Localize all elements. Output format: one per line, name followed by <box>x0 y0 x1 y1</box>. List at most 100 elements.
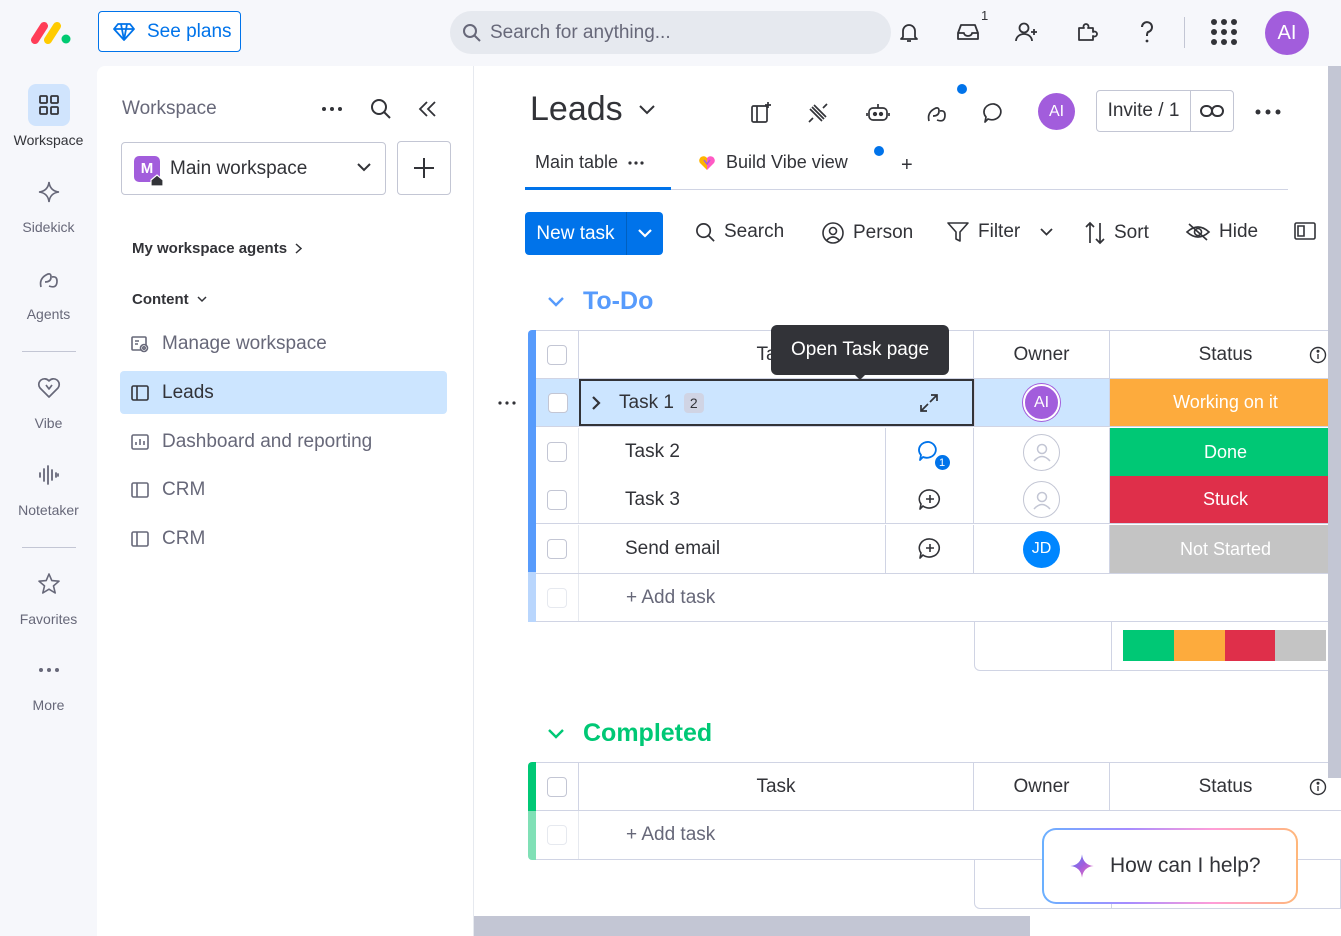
add-item-button[interactable] <box>397 141 451 195</box>
owner-cell[interactable] <box>974 476 1110 523</box>
owner-cell[interactable] <box>974 428 1110 476</box>
board-avatar[interactable]: AI <box>1038 93 1075 130</box>
workspace-agents-section[interactable]: My workspace agents <box>132 240 303 257</box>
info-icon[interactable] <box>1309 778 1327 796</box>
column-header-owner[interactable]: Owner <box>974 331 1110 378</box>
status-cell[interactable]: Stuck <box>1110 476 1341 523</box>
status-summary-segment[interactable] <box>1173 630 1225 661</box>
workspace-selector[interactable]: M Main workspace <box>121 142 386 195</box>
row-select-cell[interactable] <box>536 525 579 573</box>
task-name-cell[interactable]: Task 2 <box>579 428 885 476</box>
chevron-right-icon[interactable] <box>591 395 601 411</box>
select-all-cell[interactable] <box>536 763 579 810</box>
updates-cell[interactable]: 1 <box>885 428 974 476</box>
chevron-down-icon[interactable] <box>1040 228 1053 236</box>
checkbox[interactable] <box>547 489 567 510</box>
content-section[interactable]: Content <box>132 291 207 308</box>
status-cell[interactable]: Done <box>1110 428 1341 476</box>
status-summary-segment[interactable] <box>1224 630 1276 661</box>
search-icon[interactable] <box>370 98 392 120</box>
add-view-button[interactable]: + <box>901 154 913 177</box>
updates-cell[interactable] <box>885 476 974 523</box>
task-name-cell[interactable]: Task 3 <box>579 476 885 523</box>
filter-button[interactable]: Filter <box>946 221 1053 243</box>
layout-icon[interactable] <box>1294 221 1316 241</box>
status-summary-bar[interactable] <box>1123 630 1326 661</box>
invite-user-icon[interactable] <box>1011 16 1043 48</box>
status-cell[interactable]: Not Started <box>1110 525 1341 573</box>
new-task-button[interactable]: New task <box>525 212 663 255</box>
group-header-completed[interactable]: Completed <box>547 719 712 748</box>
chevron-down-icon[interactable] <box>627 212 663 255</box>
sidebar-item-dashboard[interactable]: Dashboard and reporting <box>120 420 447 463</box>
apps-grid-icon[interactable] <box>1208 16 1240 48</box>
row-select-cell[interactable] <box>536 476 579 523</box>
link-icon[interactable] <box>1191 91 1233 131</box>
updates-cell[interactable] <box>885 525 974 573</box>
sidebar-item-crm[interactable]: CRM <box>120 517 447 560</box>
agents-icon[interactable] <box>922 98 952 128</box>
table-row[interactable]: Task 2 1 Done <box>536 428 1341 476</box>
integrations-icon[interactable] <box>803 98 833 128</box>
collapse-icon[interactable] <box>418 99 438 119</box>
hide-button[interactable]: Hide <box>1185 221 1258 243</box>
column-header-owner[interactable]: Owner <box>974 763 1110 810</box>
more-options-icon[interactable] <box>1255 109 1281 115</box>
help-icon[interactable] <box>1131 16 1163 48</box>
sidebar-item-manage-workspace[interactable]: Manage workspace <box>120 322 447 365</box>
add-task-input[interactable]: + Add task <box>579 811 979 859</box>
status-cell[interactable]: Working on it <box>1110 379 1341 426</box>
monday-logo[interactable] <box>30 20 72 44</box>
user-avatar[interactable]: AI <box>1265 11 1309 55</box>
rail-item-agents[interactable]: Agents <box>0 258 97 322</box>
bell-icon[interactable] <box>893 16 925 48</box>
column-header-task[interactable]: Task <box>579 763 974 810</box>
updates-cell[interactable] <box>838 379 974 426</box>
rail-item-notetaker[interactable]: Notetaker <box>0 454 97 518</box>
sort-button[interactable]: Sort <box>1084 221 1149 245</box>
column-header-status[interactable]: Status <box>1110 763 1341 810</box>
rail-item-more[interactable]: More <box>0 649 97 713</box>
owner-cell[interactable]: JD <box>974 525 1110 573</box>
inbox-icon[interactable] <box>952 16 984 48</box>
table-row[interactable]: Task 1 2 Working on it AI <box>536 379 1341 427</box>
checkbox[interactable] <box>547 539 567 559</box>
column-header-status[interactable]: Status <box>1110 331 1341 378</box>
more-options-icon[interactable] <box>321 106 343 112</box>
row-select-cell[interactable] <box>536 379 579 426</box>
status-summary-segment[interactable] <box>1123 630 1174 661</box>
checkbox[interactable] <box>547 442 567 462</box>
rail-item-workspace[interactable]: Workspace <box>0 84 97 148</box>
rail-item-favorites[interactable]: Favorites <box>0 563 97 627</box>
puzzle-icon[interactable] <box>1071 16 1103 48</box>
checkbox[interactable] <box>547 344 567 365</box>
add-task-row[interactable]: + Add task <box>536 573 1341 622</box>
select-all-cell[interactable] <box>536 331 579 378</box>
checkbox[interactable] <box>547 392 568 413</box>
table-row[interactable]: Send email JD Not Started <box>536 525 1341 573</box>
status-summary-segment[interactable] <box>1275 630 1326 661</box>
global-search-input[interactable]: Search for anything... <box>450 11 891 54</box>
sidebar-item-crm[interactable]: CRM <box>120 468 447 511</box>
horizontal-scrollbar[interactable] <box>474 916 1030 936</box>
owner-cell[interactable]: AI <box>974 379 1110 426</box>
ai-help-button[interactable]: How can I help? <box>1042 828 1298 904</box>
info-icon[interactable] <box>1309 346 1327 364</box>
row-options-icon[interactable] <box>498 401 516 405</box>
add-task-input[interactable]: + Add task <box>579 574 979 621</box>
row-select-cell[interactable] <box>536 428 579 476</box>
subitems-count-badge[interactable]: 2 <box>683 392 704 413</box>
sidebar-item-leads[interactable]: Leads <box>120 371 447 414</box>
group-header-todo[interactable]: To-Do <box>547 287 653 316</box>
see-plans-button[interactable]: See plans <box>98 11 241 52</box>
sidekick-board-icon[interactable] <box>746 98 776 128</box>
rail-item-vibe[interactable]: Vibe <box>0 367 97 431</box>
checkbox[interactable] <box>547 776 567 797</box>
search-button[interactable]: Search <box>695 221 784 243</box>
vertical-scrollbar[interactable] <box>1328 66 1341 778</box>
table-row[interactable]: Task 3 Stuck <box>536 476 1341 524</box>
board-title[interactable]: Leads <box>530 90 655 129</box>
automations-icon[interactable] <box>863 98 893 128</box>
person-filter-button[interactable]: Person <box>821 221 913 245</box>
comment-icon[interactable] <box>979 98 1009 128</box>
